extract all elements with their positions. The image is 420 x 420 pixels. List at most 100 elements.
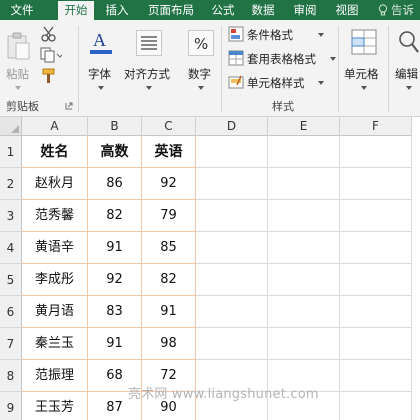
cell-a5[interactable]: 李成彤 bbox=[22, 264, 88, 296]
cell-c4[interactable]: 85 bbox=[142, 232, 196, 264]
conditional-format-icon[interactable] bbox=[228, 26, 244, 42]
column-header-d[interactable]: D bbox=[196, 117, 268, 136]
cell-d4[interactable] bbox=[196, 232, 268, 264]
row-header-9[interactable]: 9 bbox=[0, 392, 22, 420]
row-header-3[interactable]: 3 bbox=[0, 200, 22, 232]
cell-f1[interactable] bbox=[340, 136, 412, 168]
copy-icon[interactable] bbox=[40, 47, 62, 63]
tab-view[interactable]: 视图 bbox=[330, 0, 364, 20]
cell-c1[interactable]: 英语 bbox=[142, 136, 196, 168]
paste-dropdown-icon[interactable] bbox=[15, 86, 21, 90]
cell-a1[interactable]: 姓名 bbox=[22, 136, 88, 168]
cell-c2[interactable]: 92 bbox=[142, 168, 196, 200]
cell-f2[interactable] bbox=[340, 168, 412, 200]
cell-b4[interactable]: 91 bbox=[88, 232, 142, 264]
editing-dropdown-icon[interactable] bbox=[406, 86, 412, 90]
dialog-launcher-icon[interactable] bbox=[65, 102, 73, 110]
cell-c3[interactable]: 79 bbox=[142, 200, 196, 232]
row-header-7[interactable]: 7 bbox=[0, 328, 22, 360]
cell-e5[interactable] bbox=[268, 264, 340, 296]
cell-f3[interactable] bbox=[340, 200, 412, 232]
row-header-8[interactable]: 8 bbox=[0, 360, 22, 392]
cell-styles-icon[interactable] bbox=[228, 74, 244, 90]
cell-c6[interactable]: 91 bbox=[142, 296, 196, 328]
cell-a6[interactable]: 黄月语 bbox=[22, 296, 88, 328]
cell-f4[interactable] bbox=[340, 232, 412, 264]
cells-group-button[interactable]: 单元格 bbox=[344, 66, 379, 82]
cell-d7[interactable] bbox=[196, 328, 268, 360]
cell-b1[interactable]: 高数 bbox=[88, 136, 142, 168]
cell-e1[interactable] bbox=[268, 136, 340, 168]
font-group-button[interactable]: 字体 bbox=[88, 66, 111, 82]
worksheet-grid[interactable]: A B C D E F 1 姓名 高数 英语 2 赵秋月 86 92 3 范秀馨 82 79 4 黄语辛 91 85 5 李成… bbox=[0, 117, 420, 420]
number-dropdown-icon[interactable] bbox=[198, 86, 204, 90]
conditional-format-dropdown-icon[interactable] bbox=[318, 33, 324, 37]
cell-d3[interactable] bbox=[196, 200, 268, 232]
row-header-6[interactable]: 6 bbox=[0, 296, 22, 328]
tab-review[interactable]: 审阅 bbox=[288, 0, 322, 20]
cell-f5[interactable] bbox=[340, 264, 412, 296]
cell-a7[interactable]: 秦兰玉 bbox=[22, 328, 88, 360]
percent-icon[interactable]: % bbox=[188, 30, 214, 56]
column-header-f[interactable]: F bbox=[340, 117, 412, 136]
cell-c5[interactable]: 82 bbox=[142, 264, 196, 296]
format-as-table-button[interactable]: 套用表格格式 bbox=[247, 51, 316, 67]
cell-b6[interactable]: 83 bbox=[88, 296, 142, 328]
row-header-5[interactable]: 5 bbox=[0, 264, 22, 296]
cut-icon[interactable] bbox=[40, 26, 58, 42]
column-header-a[interactable]: A bbox=[22, 117, 88, 136]
row-header-2[interactable]: 2 bbox=[0, 168, 22, 200]
cell-a8[interactable]: 范振理 bbox=[22, 360, 88, 392]
cell-f6[interactable] bbox=[340, 296, 412, 328]
format-as-table-icon[interactable] bbox=[228, 50, 244, 66]
tab-file[interactable]: 文件 bbox=[0, 0, 44, 20]
tab-formulas[interactable]: 公式 bbox=[206, 0, 240, 20]
number-group-button[interactable]: 数字 bbox=[188, 66, 211, 82]
font-dropdown-icon[interactable] bbox=[98, 86, 104, 90]
cell-e6[interactable] bbox=[268, 296, 340, 328]
cells-dropdown-icon[interactable] bbox=[361, 86, 367, 90]
cell-f8[interactable] bbox=[340, 360, 412, 392]
paste-icon[interactable] bbox=[6, 32, 32, 62]
cell-b5[interactable]: 92 bbox=[88, 264, 142, 296]
tab-home[interactable]: 开始 bbox=[58, 1, 94, 20]
cell-e3[interactable] bbox=[268, 200, 340, 232]
cell-styles-button[interactable]: 单元格样式 bbox=[247, 75, 305, 91]
cell-c7[interactable]: 98 bbox=[142, 328, 196, 360]
cell-b2[interactable]: 86 bbox=[88, 168, 142, 200]
cell-f9[interactable] bbox=[340, 392, 412, 420]
cell-f7[interactable] bbox=[340, 328, 412, 360]
editing-group-button[interactable]: 编辑 bbox=[395, 66, 418, 82]
cell-e7[interactable] bbox=[268, 328, 340, 360]
cell-d5[interactable] bbox=[196, 264, 268, 296]
paste-label[interactable]: 粘贴 bbox=[6, 66, 29, 82]
column-header-c[interactable]: C bbox=[142, 117, 196, 136]
font-icon[interactable]: A bbox=[90, 28, 112, 58]
cell-b3[interactable]: 82 bbox=[88, 200, 142, 232]
alignment-dropdown-icon[interactable] bbox=[146, 86, 152, 90]
cell-a4[interactable]: 黄语辛 bbox=[22, 232, 88, 264]
format-painter-icon[interactable] bbox=[40, 68, 58, 84]
format-as-table-dropdown-icon[interactable] bbox=[330, 57, 336, 61]
cell-e4[interactable] bbox=[268, 232, 340, 264]
cell-b7[interactable]: 91 bbox=[88, 328, 142, 360]
select-all-corner[interactable] bbox=[0, 117, 22, 136]
alignment-icon[interactable] bbox=[136, 30, 162, 56]
column-header-b[interactable]: B bbox=[88, 117, 142, 136]
tab-page-layout[interactable]: 页面布局 bbox=[142, 0, 200, 20]
editing-icon[interactable] bbox=[396, 28, 420, 58]
tab-data[interactable]: 数据 bbox=[246, 0, 280, 20]
row-header-4[interactable]: 4 bbox=[0, 232, 22, 264]
cell-a9[interactable]: 王玉芳 bbox=[22, 392, 88, 420]
tell-me-box[interactable]: 告诉 bbox=[378, 0, 414, 20]
alignment-group-button[interactable]: 对齐方式 bbox=[124, 66, 170, 82]
cell-d1[interactable] bbox=[196, 136, 268, 168]
cell-e2[interactable] bbox=[268, 168, 340, 200]
column-header-e[interactable]: E bbox=[268, 117, 340, 136]
cell-styles-dropdown-icon[interactable] bbox=[318, 81, 324, 85]
cell-a2[interactable]: 赵秋月 bbox=[22, 168, 88, 200]
tab-insert[interactable]: 插入 bbox=[100, 0, 134, 20]
cells-icon[interactable] bbox=[350, 28, 378, 58]
cell-a3[interactable]: 范秀馨 bbox=[22, 200, 88, 232]
conditional-format-button[interactable]: 条件格式 bbox=[247, 27, 293, 43]
